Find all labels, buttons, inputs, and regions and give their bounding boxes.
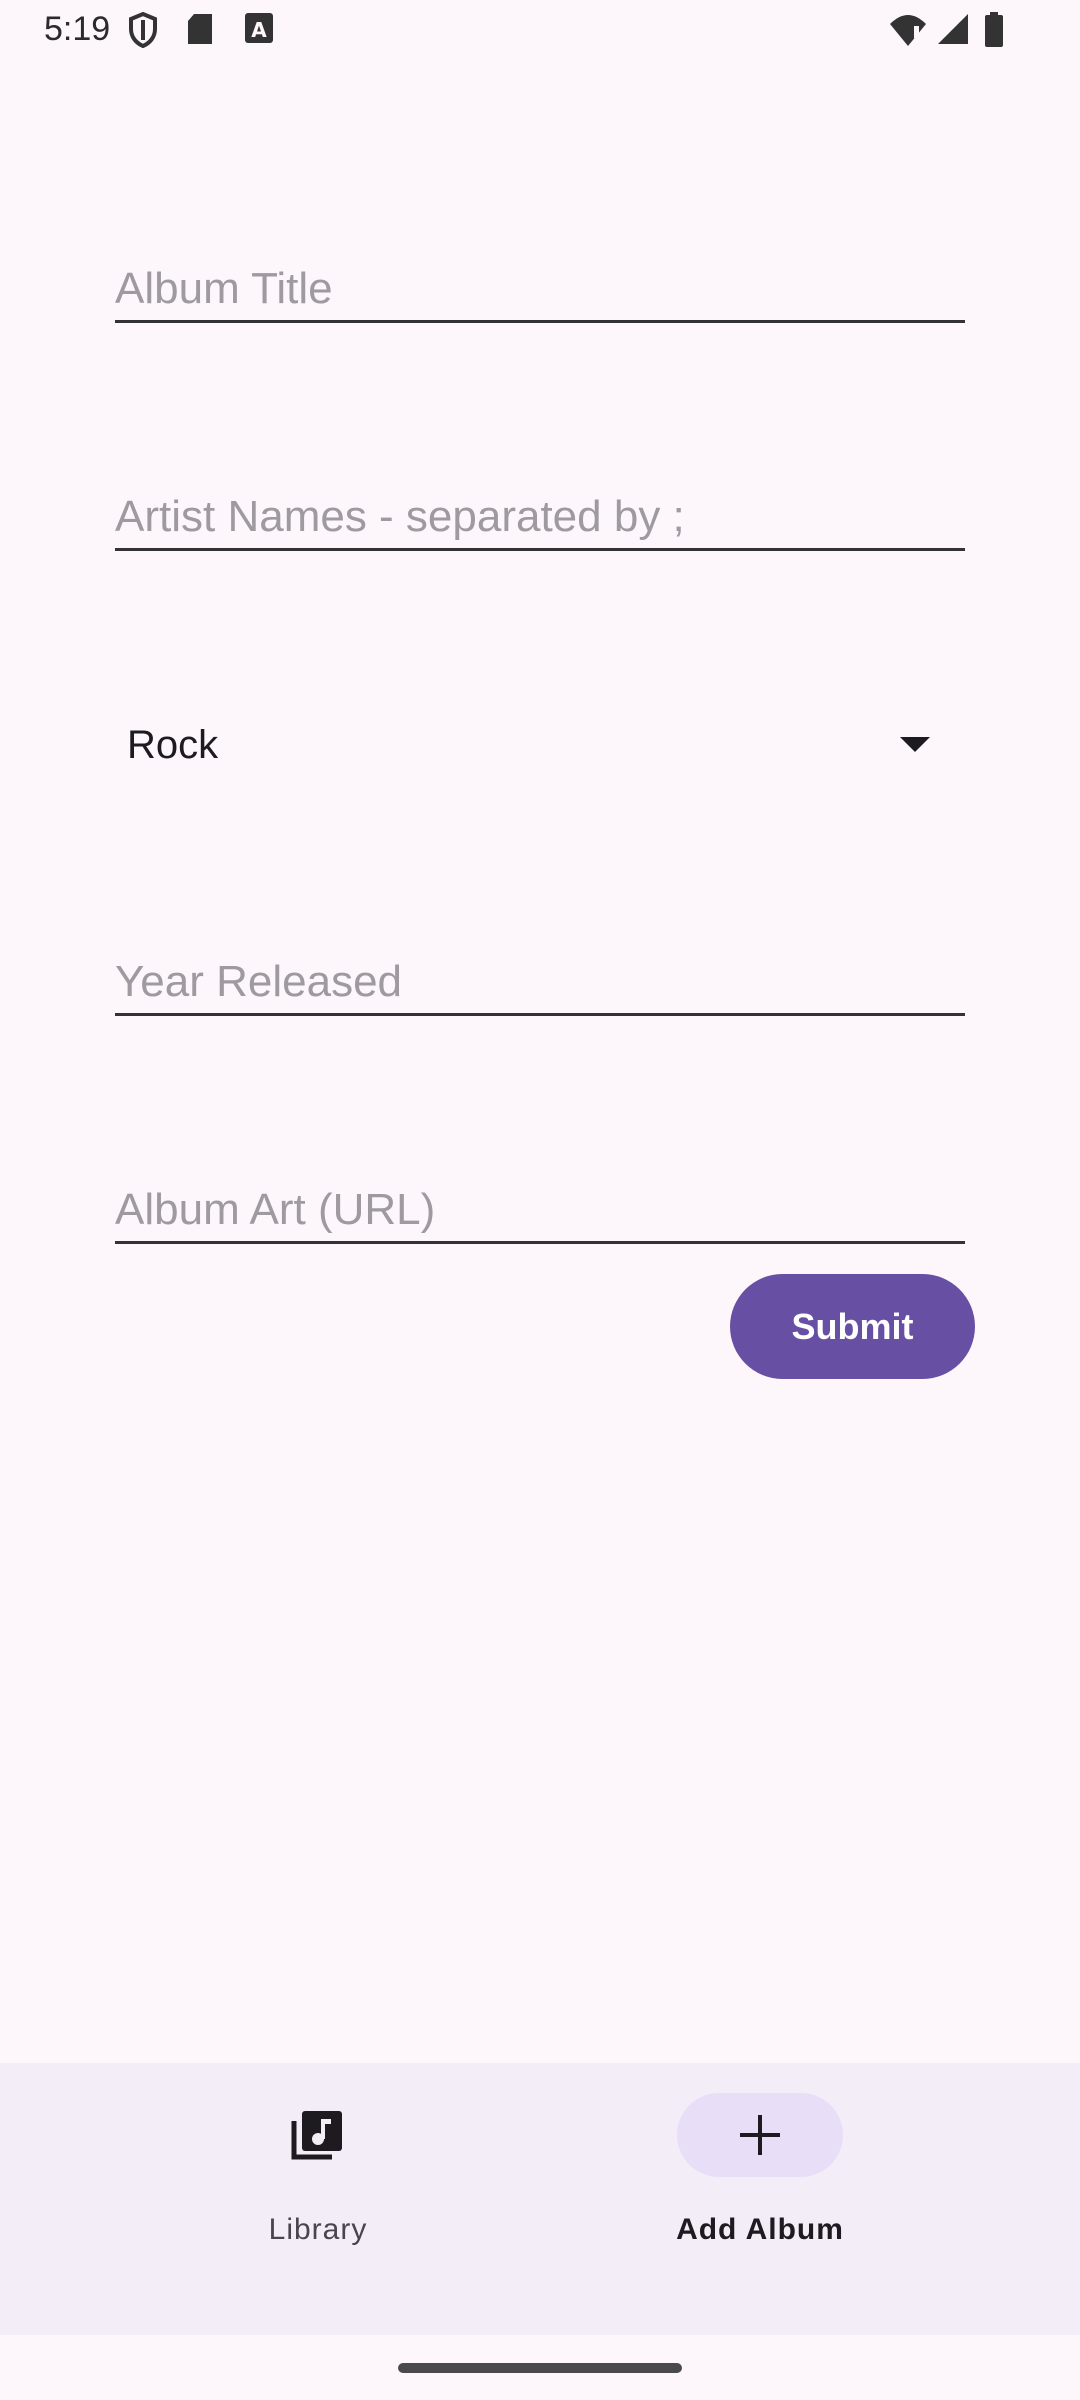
genre-dropdown[interactable]: Rock: [115, 705, 965, 785]
artist-names-field[interactable]: [115, 478, 965, 551]
shield-icon: [129, 12, 157, 48]
artist-names-input[interactable]: [115, 492, 965, 542]
plus-icon: [740, 2115, 780, 2155]
sd-card-icon: [188, 14, 212, 44]
library-music-icon: [291, 2111, 342, 2160]
nav-indicator: [235, 2093, 401, 2177]
signal-icon: [938, 14, 968, 44]
bottom-navigation: Library Add Album: [0, 2063, 1080, 2335]
year-released-field[interactable]: [115, 943, 965, 1016]
add-album-screen: 5:19 A Rock: [0, 0, 1080, 2400]
album-art-url-field[interactable]: [115, 1171, 965, 1244]
status-time: 5:19: [44, 10, 111, 48]
dropdown-arrow-icon: [900, 737, 930, 752]
gesture-navigation-bar[interactable]: [398, 2363, 682, 2373]
submit-button[interactable]: Submit: [730, 1274, 975, 1379]
status-bar: 5:19 A: [0, 0, 1080, 64]
album-title-input[interactable]: [115, 264, 965, 314]
album-title-field[interactable]: [115, 250, 965, 323]
album-art-url-input[interactable]: [115, 1185, 965, 1235]
nav-label-add-album: Add Album: [676, 2213, 844, 2246]
a-notification-icon: A: [245, 13, 273, 43]
svg-text:A: A: [251, 18, 267, 42]
nav-label-library: Library: [268, 2213, 368, 2246]
nav-item-library[interactable]: Library: [188, 2093, 448, 2293]
genre-selected-value: Rock: [127, 723, 219, 767]
nav-indicator-active: [677, 2093, 843, 2177]
year-released-input[interactable]: [115, 957, 965, 1007]
wifi-alert-icon: [890, 15, 926, 46]
battery-icon: [985, 12, 1003, 47]
nav-item-add-album[interactable]: Add Album: [630, 2093, 890, 2293]
